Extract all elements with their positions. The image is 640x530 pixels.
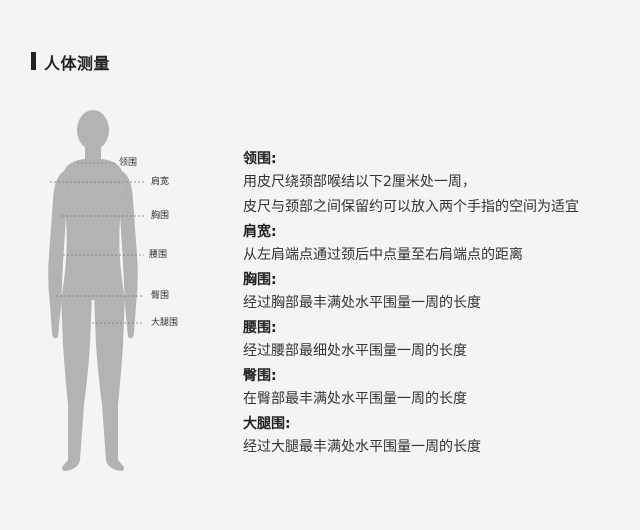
desc-line: 从左肩端点通过颈后中点量至右肩端点的距离 [243,247,523,263]
desc-thigh: 大腿围: 经过大腿最丰满处水平围量一周的长度 [243,413,623,460]
desc-line: 经过大腿最丰满处水平围量一周的长度 [243,439,481,455]
desc-shoulder: 肩宽: 从左肩端点通过颈后中点量至右肩端点的距离 [243,221,623,268]
label-chest: 胸围 [151,211,170,221]
desc-chest: 胸围: 经过胸部最丰满处水平围量一周的长度 [243,269,623,316]
desc-title: 臀围: [243,368,277,384]
desc-title: 领围: [243,151,277,167]
desc-neck: 领围: 用皮尺绕颈部喉结以下2厘米处一周， 皮尺与颈部之间保留约可以放入两个手指… [243,148,623,220]
desc-title: 大腿围: [243,416,291,432]
desc-title: 肩宽: [243,224,277,240]
desc-line: 经过胸部最丰满处水平围量一周的长度 [243,295,481,311]
title-accent-bar [31,52,36,70]
desc-title: 腰围: [243,320,277,336]
measurement-descriptions: 领围: 用皮尺绕颈部喉结以下2厘米处一周， 皮尺与颈部之间保留约可以放入两个手指… [243,148,623,461]
label-thigh: 大腿围 [151,318,179,328]
label-hip: 臀围 [151,291,170,301]
desc-line: 用皮尺绕颈部喉结以下2厘米处一周， [243,174,476,190]
desc-waist: 腰围: 经过腰部最细处水平围量一周的长度 [243,317,623,364]
desc-title: 胸围: [243,272,277,288]
desc-line: 皮尺与颈部之间保留约可以放入两个手指的空间为适宜 [243,199,579,215]
desc-hip: 臀围: 在臀部最丰满处水平围量一周的长度 [243,365,623,412]
body-figure: 领围 肩宽 胸围 腰围 臀围 大腿围 [40,105,190,485]
label-shoulder: 肩宽 [151,177,170,187]
page-title: 人体测量 [44,54,111,73]
label-neck: 领围 [119,158,138,168]
desc-line: 在臀部最丰满处水平围量一周的长度 [243,391,467,407]
desc-line: 经过腰部最细处水平围量一周的长度 [243,343,467,359]
label-waist: 腰围 [149,250,168,260]
